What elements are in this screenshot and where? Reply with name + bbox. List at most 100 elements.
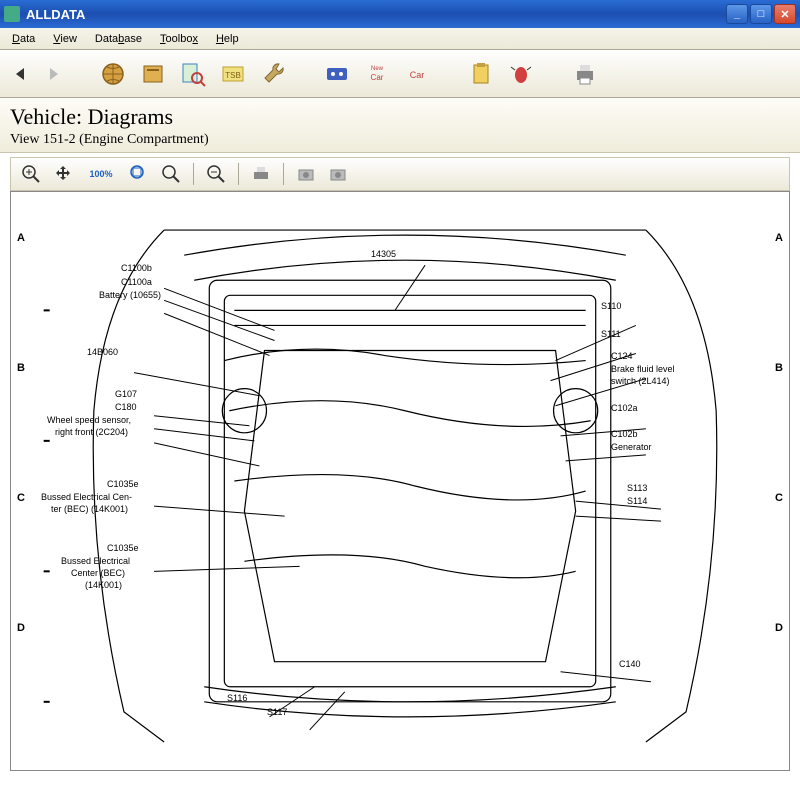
diagram-label: C1035e xyxy=(107,480,139,490)
globe-icon xyxy=(99,60,127,88)
diagram-label: right front (2C204) xyxy=(55,428,128,438)
diagnostic-icon xyxy=(323,60,351,88)
maximize-button[interactable]: □ xyxy=(750,4,772,24)
svg-text:New: New xyxy=(371,66,384,72)
grid-row-c-right: C xyxy=(775,492,783,504)
diagram-label: C180 xyxy=(115,403,137,413)
zoom-out-button[interactable] xyxy=(202,161,230,187)
menu-database[interactable]: Database xyxy=(87,31,150,47)
tool-globe-button[interactable] xyxy=(96,57,130,91)
app-icon xyxy=(4,6,20,22)
diagram-label: Bussed Electrical Cen- xyxy=(41,493,132,503)
zoom-100-icon: 100% xyxy=(89,169,112,179)
grid-row-a-right: A xyxy=(775,232,783,244)
menu-help[interactable]: Help xyxy=(208,31,247,47)
grid-row-c-left: C xyxy=(17,492,25,504)
diagram-label: G107 xyxy=(115,390,137,400)
diagram-label: ter (BEC) (14K001) xyxy=(51,505,128,515)
zoom-in-button[interactable] xyxy=(17,161,45,187)
tool-book-button[interactable] xyxy=(136,57,170,91)
diagram-label: Brake fluid level xyxy=(611,365,675,375)
grid-row-d-right: D xyxy=(775,622,783,634)
menu-view[interactable]: View xyxy=(45,31,85,47)
page-subtitle: View 151-2 (Engine Compartment) xyxy=(10,132,790,148)
diagram-label: C102a xyxy=(611,404,638,414)
tool-bug-button[interactable] xyxy=(504,57,538,91)
forward-button[interactable] xyxy=(40,61,66,87)
wrench-icon xyxy=(259,60,287,88)
diagram-label: C124 xyxy=(611,352,633,362)
camera1-button[interactable] xyxy=(292,161,320,187)
diagram-label: Battery (10655) xyxy=(99,291,161,301)
zoom-100-button[interactable]: 100% xyxy=(81,161,121,187)
book-icon xyxy=(139,60,167,88)
diagram-viewer[interactable]: A B C D A B C D xyxy=(10,191,790,771)
content-header: Vehicle: Diagrams View 151-2 (Engine Com… xyxy=(0,98,800,153)
tool-car-button[interactable]: Car xyxy=(400,57,434,91)
diagram-label: S114 xyxy=(627,497,647,507)
search-doc-icon xyxy=(179,60,207,88)
pan-button[interactable] xyxy=(49,161,77,187)
back-button[interactable] xyxy=(8,61,34,87)
diagram-label: S117 xyxy=(267,708,287,718)
forward-icon xyxy=(43,64,63,84)
main-toolbar: TSB NewCar Car xyxy=(0,50,800,98)
grid-row-b-left: B xyxy=(17,362,25,374)
zoom-in-icon xyxy=(21,164,41,184)
diagram-label: C1100a xyxy=(121,278,152,288)
diagram-label: Generator xyxy=(611,443,652,453)
page-title: Vehicle: Diagrams xyxy=(10,104,790,130)
clipboard-icon xyxy=(467,60,495,88)
diagram-label: S113 xyxy=(627,484,647,494)
diagram-label: (14K001) xyxy=(85,581,122,591)
diagram-label: Bussed Electrical xyxy=(61,557,130,567)
diagram-label: C1035e xyxy=(107,544,139,554)
tool-wrench-button[interactable] xyxy=(256,57,290,91)
close-button[interactable]: ✕ xyxy=(774,4,796,24)
zoom-region-icon xyxy=(161,164,181,184)
window-titlebar: ALLDATA _ □ ✕ xyxy=(0,0,800,28)
camera-icon xyxy=(296,164,316,184)
diagram-label: S111 xyxy=(601,330,621,340)
window-title: ALLDATA xyxy=(26,7,726,22)
svg-text:Car: Car xyxy=(410,70,425,80)
grid-row-a-left: A xyxy=(17,232,25,244)
window-controls: _ □ ✕ xyxy=(726,4,796,24)
tool-diag-button[interactable] xyxy=(320,57,354,91)
tool-clipboard-button[interactable] xyxy=(464,57,498,91)
menu-data[interactable]: Data xyxy=(4,31,43,47)
menu-toolbox[interactable]: Toolbox xyxy=(152,31,206,47)
diagram-label: S116 xyxy=(227,694,247,704)
camera2-button[interactable] xyxy=(324,161,352,187)
tool-search-button[interactable] xyxy=(176,57,210,91)
diagram-label: Center (BEC) xyxy=(71,569,125,579)
zoom-fit-button[interactable] xyxy=(125,161,153,187)
tool-newcar-button[interactable]: NewCar xyxy=(360,57,394,91)
printer-icon xyxy=(571,60,599,88)
svg-text:Car: Car xyxy=(371,73,384,82)
camera-icon xyxy=(328,164,348,184)
diagram-label: C1100b xyxy=(121,264,152,274)
zoom-out-icon xyxy=(206,164,226,184)
diagram-label: S110 xyxy=(601,302,621,312)
menu-bar: Data View Database Toolbox Help xyxy=(0,28,800,50)
printer-icon xyxy=(251,164,271,184)
diagram-label: C140 xyxy=(619,660,641,670)
bug-icon xyxy=(507,60,535,88)
svg-text:TSB: TSB xyxy=(225,71,241,80)
new-car-icon: NewCar xyxy=(363,60,391,88)
back-icon xyxy=(11,64,31,84)
diagram-label: Wheel speed sensor, xyxy=(47,416,131,426)
diagram-label: 14305 xyxy=(371,250,396,260)
minimize-button[interactable]: _ xyxy=(726,4,748,24)
pan-icon xyxy=(53,164,73,184)
tool-print-button[interactable] xyxy=(568,57,602,91)
tool-tsb-button[interactable]: TSB xyxy=(216,57,250,91)
diagram-label: C102b xyxy=(611,430,638,440)
viewer-toolbar: 100% xyxy=(10,157,790,191)
grid-row-d-left: D xyxy=(17,622,25,634)
diagram-label: switch (2L414) xyxy=(611,377,670,387)
diagram-label: 14B060 xyxy=(87,348,118,358)
viewer-print-button[interactable] xyxy=(247,161,275,187)
zoom-region-button[interactable] xyxy=(157,161,185,187)
